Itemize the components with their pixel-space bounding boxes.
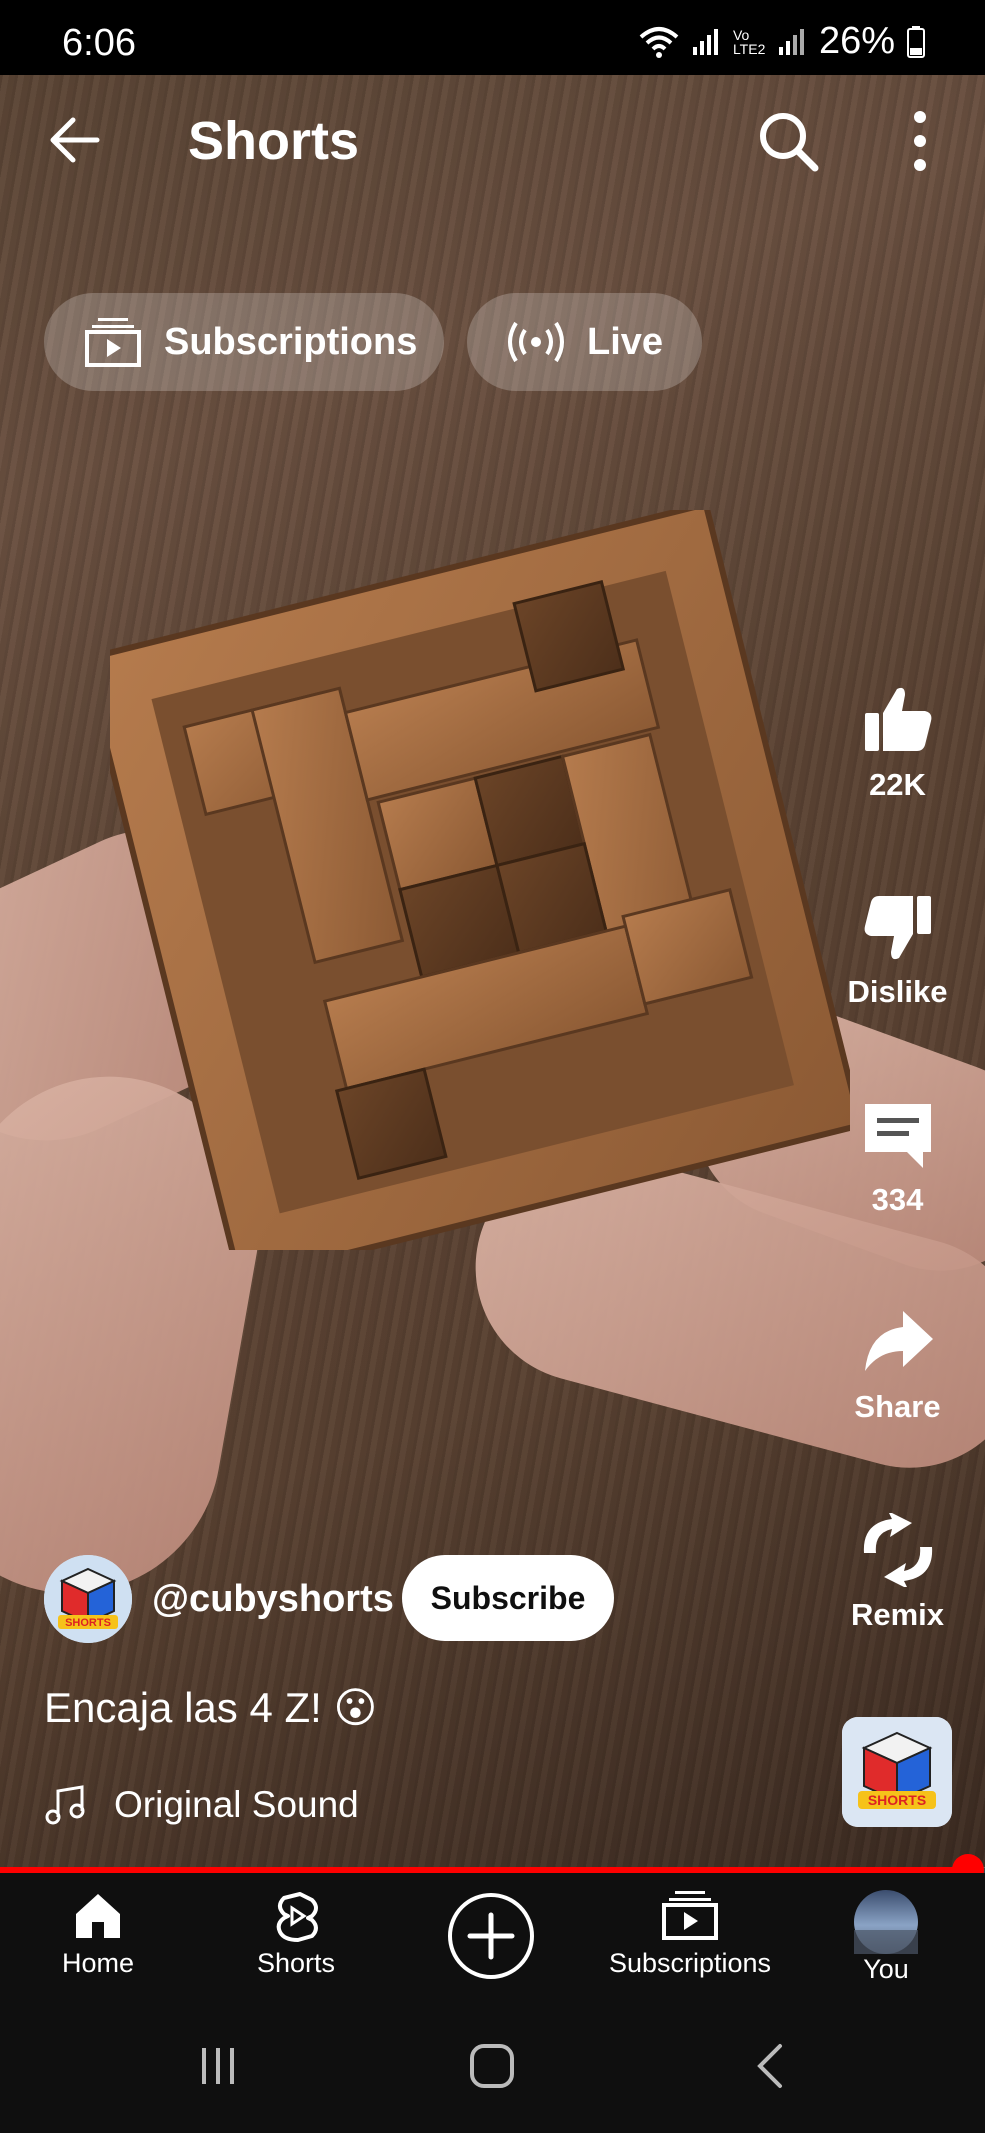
logo-text: SHORTS — [868, 1792, 926, 1808]
sound-link[interactable]: Original Sound — [44, 1783, 359, 1827]
page-title: Shorts — [188, 111, 360, 171]
search-icon — [760, 113, 819, 172]
search-button[interactable] — [755, 108, 821, 174]
remix-button[interactable]: Remix — [830, 1513, 965, 1633]
share-button[interactable]: Share — [830, 1305, 965, 1425]
home-icon — [76, 1894, 120, 1938]
arrow-left-icon — [50, 117, 100, 163]
wooden-puzzle-image — [110, 510, 850, 1250]
chip-subscriptions[interactable]: Subscriptions — [44, 293, 444, 391]
system-back-button[interactable] — [752, 2042, 788, 2090]
sound-thumbnail[interactable]: SHORTS — [842, 1717, 952, 1827]
share-label: Share — [854, 1389, 941, 1424]
nav-home-label: Home — [61, 1948, 135, 1978]
nav-subscriptions-label: Subscriptions — [608, 1948, 772, 1978]
nav-shorts[interactable]: Shorts — [236, 1890, 356, 1979]
comment-count: 334 — [871, 1182, 924, 1217]
dislike-label: Dislike — [847, 974, 948, 1009]
create-button[interactable] — [446, 1891, 536, 1981]
nav-you[interactable]: You — [826, 1890, 946, 1985]
subscriptions-icon — [85, 318, 141, 367]
battery-icon — [907, 25, 925, 58]
subscriptions-icon — [662, 1891, 718, 1940]
comments-button[interactable]: 334 — [830, 1098, 965, 1218]
thumbs-up-icon — [864, 687, 931, 751]
avatar — [854, 1890, 918, 1954]
logo-text: SHORTS — [65, 1617, 111, 1629]
home-square-icon — [470, 2044, 514, 2088]
more-vert-icon — [914, 111, 926, 171]
nav-subscriptions[interactable]: Subscriptions — [600, 1890, 780, 1979]
volte-label: Vo LTE2 — [732, 26, 766, 57]
remix-icon — [863, 1513, 932, 1587]
nav-you-label: You — [863, 1954, 909, 1984]
thumbs-down-icon — [864, 896, 931, 960]
home-system-button[interactable] — [468, 2042, 516, 2090]
nav-shorts-label: Shorts — [256, 1948, 336, 1978]
chip-live-label: Live — [587, 320, 664, 363]
more-options-button[interactable] — [900, 108, 940, 174]
live-icon — [508, 321, 564, 363]
chevron-left-icon — [757, 2044, 782, 2088]
cube-logo-icon: SHORTS — [44, 1555, 132, 1643]
status-time: 6:06 — [62, 22, 136, 64]
sound-label: Original Sound — [114, 1784, 359, 1825]
channel-handle[interactable]: @cubyshorts — [152, 1578, 394, 1621]
subscribe-button[interactable]: Subscribe — [402, 1555, 614, 1641]
share-icon — [864, 1311, 933, 1371]
recent-apps-button[interactable] — [196, 2044, 240, 2088]
back-button[interactable] — [45, 110, 115, 170]
cube-logo-icon: SHORTS — [842, 1717, 952, 1827]
battery-percent: 26% — [818, 20, 895, 62]
like-button[interactable]: 22K — [830, 683, 965, 803]
recents-icon — [202, 2048, 234, 2084]
comment-icon — [864, 1104, 931, 1168]
create-icon — [448, 1893, 534, 1979]
video-caption[interactable]: Encaja las 4 Z! 😮 — [44, 1683, 377, 1732]
chip-live[interactable]: Live — [467, 293, 702, 391]
signal-icon — [692, 28, 718, 55]
status-icons: Vo LTE2 26% — [639, 20, 925, 63]
wifi-icon — [639, 26, 679, 58]
shorts-icon — [276, 1892, 318, 1942]
music-note-icon — [45, 1785, 85, 1825]
remix-label: Remix — [850, 1597, 945, 1632]
like-count: 22K — [869, 767, 926, 802]
dislike-button[interactable]: Dislike — [830, 890, 965, 1010]
nav-home[interactable]: Home — [38, 1890, 158, 1979]
channel-avatar[interactable]: SHORTS — [44, 1555, 132, 1643]
signal-icon — [778, 28, 804, 55]
chip-subscriptions-label: Subscriptions — [164, 320, 418, 363]
